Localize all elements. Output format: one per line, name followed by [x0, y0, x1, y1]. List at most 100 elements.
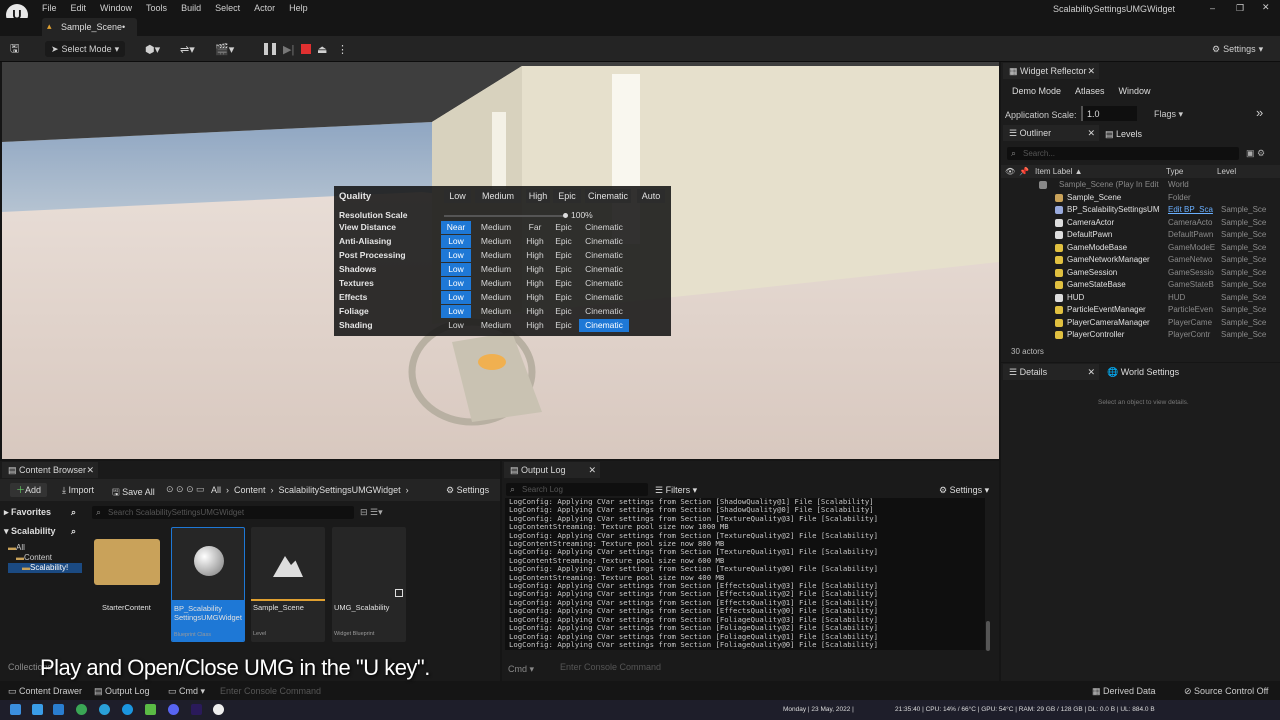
unreal-taskbar-icon[interactable]	[213, 704, 224, 715]
tab-sample-scene[interactable]: ▴ Sample_Scene•	[42, 18, 137, 36]
log-search-input[interactable]: ⌕ Search Log	[506, 483, 648, 496]
quality-button[interactable]: Epic	[553, 189, 581, 203]
tab-details[interactable]: ☰ Details ✕	[1003, 364, 1099, 380]
minimize-icon[interactable]: –	[1210, 3, 1215, 13]
tree-item-content[interactable]: ▬Content	[8, 553, 82, 563]
select-mode-button[interactable]: ➤ Select Mode ▾	[45, 41, 126, 57]
outliner-search-input[interactable]: ⌕ Search...	[1007, 147, 1239, 160]
setting-option[interactable]: Epic	[550, 277, 577, 290]
vscode-icon[interactable]	[53, 704, 64, 715]
menu-item[interactable]: Build	[181, 3, 201, 13]
setting-option[interactable]: Medium	[473, 249, 519, 262]
quality-button[interactable]: Low	[444, 189, 471, 203]
skype-icon[interactable]	[122, 704, 133, 715]
asset-tile[interactable]: BP_Scalability SettingsUMGWidget Blueprin…	[171, 527, 245, 642]
menu-item[interactable]: Help	[289, 3, 308, 13]
setting-option[interactable]: High	[523, 235, 547, 248]
log-scrollbar[interactable]	[986, 621, 990, 651]
save-all-button[interactable]: 🖫 Save All	[112, 485, 155, 501]
stop-icon[interactable]	[301, 44, 311, 54]
output-log-button[interactable]: ▤ Output Log	[94, 686, 150, 697]
setting-option[interactable]: Epic	[550, 221, 577, 234]
setting-option[interactable]: Epic	[550, 263, 577, 276]
outliner-row[interactable]: DefaultPawn DefaultPawn Sample_Sce	[1001, 230, 1280, 243]
setting-option[interactable]: Low	[441, 291, 471, 304]
telegram-icon[interactable]	[99, 704, 110, 715]
after-effects-icon[interactable]	[191, 704, 202, 715]
setting-option[interactable]: Near	[441, 221, 471, 234]
quality-button[interactable]: High	[526, 189, 550, 203]
menu-item[interactable]: Select	[215, 3, 240, 13]
expand-arrow-icon[interactable]: »	[1256, 105, 1263, 120]
app-icon[interactable]	[145, 704, 156, 715]
outliner-item-type[interactable]: Edit BP_Sca	[1168, 205, 1218, 214]
explorer-icon[interactable]	[32, 704, 43, 715]
quality-button[interactable]: Cinematic	[585, 189, 631, 203]
flags-dropdown[interactable]: Flags ▾	[1154, 109, 1183, 120]
outliner-row[interactable]: GameSession GameSessio Sample_Sce	[1001, 268, 1280, 281]
tab-outliner[interactable]: ☰ Outliner ✕	[1003, 125, 1099, 141]
setting-option[interactable]: Epic	[550, 305, 577, 318]
filters-button[interactable]: ☰ Filters ▾	[655, 485, 697, 496]
breadcrumb-folder[interactable]: ScalabilitySettingsUMGWidget	[279, 485, 401, 495]
setting-option[interactable]: Cinematic	[579, 235, 629, 248]
search-icon[interactable]: ⌕	[71, 526, 76, 537]
quality-button[interactable]: Medium	[475, 189, 521, 203]
close-icon[interactable]: ✕	[1262, 2, 1270, 13]
outliner-row[interactable]: PlayerController PlayerContr Sample_Sce	[1001, 330, 1280, 343]
setting-option[interactable]: Cinematic	[579, 249, 629, 262]
close-icon[interactable]: ✕	[1087, 364, 1095, 380]
setting-option[interactable]: Epic	[550, 291, 577, 304]
scalability-header[interactable]: ▾ Scalability ⌕	[4, 526, 82, 540]
setting-option[interactable]: Cinematic	[579, 305, 629, 318]
add-button[interactable]: ＋Add	[10, 483, 48, 497]
maximize-icon[interactable]: ❐	[1236, 3, 1244, 14]
outliner-row[interactable]: BP_ScalabilitySettingsUM Edit BP_Sca Sampl…	[1001, 205, 1280, 218]
setting-option[interactable]: High	[523, 277, 547, 290]
tree-item-all[interactable]: ▬All	[8, 543, 82, 553]
col-item-label[interactable]: Item Label ▲	[1035, 167, 1083, 176]
app-scale-input[interactable]: 1.0	[1081, 106, 1137, 121]
setting-option[interactable]: Low	[441, 277, 471, 290]
tree-item-scalability[interactable]: ▬Scalability!	[8, 563, 82, 573]
setting-option[interactable]: High	[523, 249, 547, 262]
status-console-input[interactable]: Enter Console Command	[220, 686, 321, 696]
outliner-row[interactable]: GameStateBase GameStateB Sample_Sce	[1001, 280, 1280, 293]
outliner-row[interactable]: CameraActor CameraActo Sample_Sce	[1001, 218, 1280, 231]
cb-search-input[interactable]: ⌕ Search ScalabilitySettingsUMGWidget	[92, 506, 354, 519]
setting-option[interactable]: Medium	[473, 277, 519, 290]
console-command-input[interactable]: Enter Console Command	[560, 662, 740, 674]
setting-option[interactable]: Cinematic	[579, 221, 629, 234]
menu-item[interactable]: Window	[100, 3, 132, 13]
setting-option[interactable]: High	[523, 263, 547, 276]
log-text-area[interactable]: LogConfig: Applying CVar settings from S…	[505, 498, 985, 650]
outliner-row[interactable]: GameModeBase GameModeE Sample_Sce	[1001, 243, 1280, 256]
outliner-row[interactable]: Sample_Scene Folder	[1001, 193, 1280, 206]
blueprint-icon[interactable]: ⇌▾	[180, 41, 195, 57]
outliner-row[interactable]: HUD HUD Sample_Sce	[1001, 293, 1280, 306]
close-icon[interactable]: ✕	[588, 462, 596, 478]
quality-button[interactable]: Auto	[637, 189, 665, 203]
cmd-button[interactable]: ▭ Cmd ▾	[168, 686, 205, 697]
start-icon[interactable]	[10, 704, 21, 715]
breadcrumb-all[interactable]: All	[211, 485, 221, 495]
more-icon[interactable]: ⋮	[337, 41, 348, 57]
outliner-row[interactable]: GameNetworkManager GameNetwo Sample_Sce	[1001, 255, 1280, 268]
setting-option[interactable]: High	[523, 319, 547, 332]
setting-option[interactable]: Medium	[473, 235, 519, 248]
setting-option[interactable]: Medium	[473, 291, 519, 304]
step-icon[interactable]: ▶|	[283, 41, 294, 57]
close-icon[interactable]: ✕	[1087, 63, 1095, 79]
discord-icon[interactable]	[168, 704, 179, 715]
menu-item[interactable]: Edit	[71, 3, 87, 13]
path-folder-icon[interactable]: ▭	[196, 484, 205, 495]
setting-option[interactable]: Cinematic	[579, 291, 629, 304]
visibility-icon[interactable]: 👁	[1005, 167, 1015, 176]
add-actor-icon[interactable]: ⬢▾	[145, 41, 160, 57]
content-drawer-button[interactable]: ▭ Content Drawer	[8, 686, 82, 697]
reflector-menu-item[interactable]: Demo Mode	[1012, 86, 1061, 96]
menu-item[interactable]: File	[42, 3, 57, 13]
filter-icon[interactable]: ⊟ ☰▾	[360, 507, 383, 518]
setting-option[interactable]: Cinematic	[579, 263, 629, 276]
setting-option[interactable]: Cinematic	[579, 319, 629, 332]
